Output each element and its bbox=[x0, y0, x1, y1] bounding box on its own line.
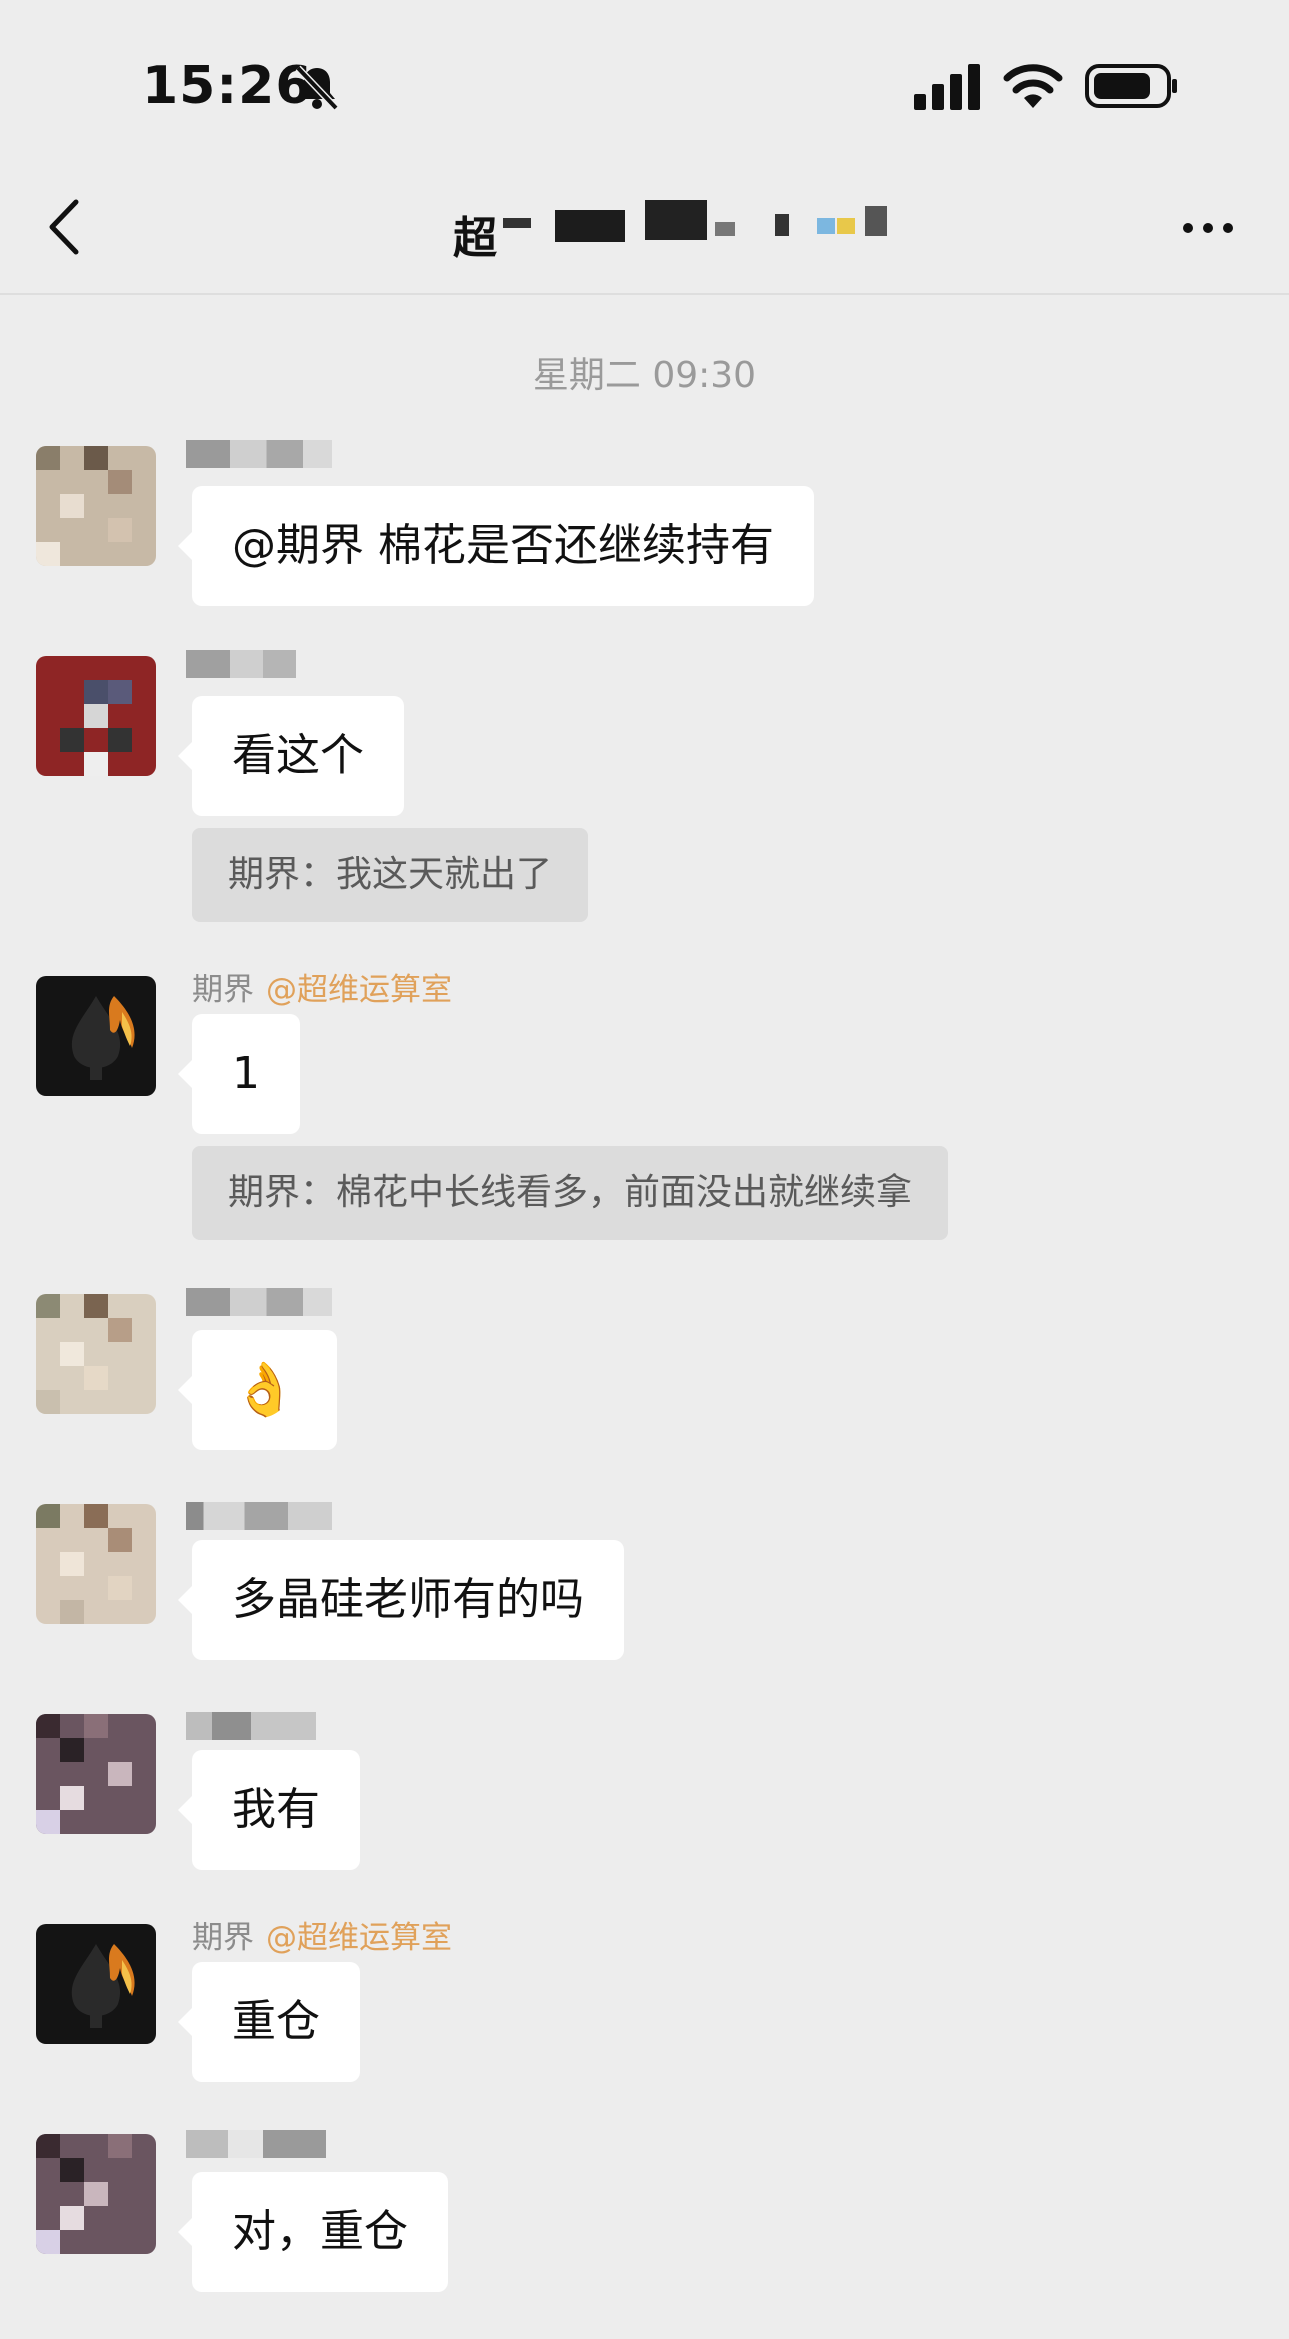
title-mosaic bbox=[865, 206, 887, 236]
sender-name bbox=[186, 2130, 326, 2158]
title-mosaic bbox=[817, 218, 835, 234]
status-time: 15:26 bbox=[142, 56, 313, 116]
more-horizontal-icon[interactable] bbox=[1180, 218, 1236, 238]
title-mosaic bbox=[555, 210, 625, 242]
chat-title-text: 超 bbox=[453, 213, 497, 264]
message-bubble[interactable]: 看这个 bbox=[178, 696, 404, 816]
ok-hand-emoji: 👌 bbox=[232, 1360, 297, 1420]
title-mosaic bbox=[503, 218, 531, 228]
sender-name: 期界 bbox=[192, 972, 254, 1008]
sender-name bbox=[186, 1712, 316, 1740]
avatar[interactable] bbox=[36, 1714, 156, 1834]
avatar[interactable] bbox=[36, 1504, 156, 1624]
message-bubble[interactable]: 1 bbox=[178, 1014, 300, 1134]
battery-icon bbox=[1085, 64, 1177, 108]
bell-slash-icon bbox=[295, 65, 339, 111]
message-bubble[interactable]: @期界 棉花是否还继续持有 bbox=[178, 486, 814, 606]
sender-line: 期界 @超维运算室 bbox=[192, 1912, 452, 1956]
title-mosaic bbox=[837, 218, 855, 234]
chat-timestamp: 星期二 09:30 bbox=[532, 355, 757, 396]
dark-avatar-image bbox=[71, 996, 135, 1080]
quoted-message[interactable]: 期界：棉花中长线看多，前面没出就继续拿 bbox=[192, 1146, 949, 1240]
mention-tag[interactable]: @超维运算室 bbox=[266, 972, 452, 1008]
status-bar: 15:26 bbox=[0, 0, 1289, 170]
cellular-signal-icon bbox=[914, 64, 980, 110]
sender-line: 期界 @超维运算室 bbox=[192, 964, 452, 1008]
sender-name bbox=[186, 650, 296, 678]
quoted-message[interactable]: 期界：我这天就出了 bbox=[192, 828, 589, 922]
message-bubble[interactable]: 多晶硅老师有的吗 bbox=[178, 1540, 624, 1660]
avatar[interactable] bbox=[36, 2134, 156, 2254]
dark-avatar-image bbox=[71, 1944, 135, 2028]
mention-tag[interactable]: @超维运算室 bbox=[266, 1920, 452, 1956]
sender-name: 期界 bbox=[192, 1920, 254, 1956]
message-bubble[interactable]: 我有 bbox=[178, 1750, 360, 1870]
sender-name bbox=[186, 1288, 332, 1316]
avatar[interactable] bbox=[36, 1294, 156, 1414]
sender-name bbox=[186, 440, 332, 468]
message-bubble[interactable]: 👌 bbox=[178, 1330, 337, 1450]
title-mosaic bbox=[775, 214, 789, 236]
chat-header: 超 bbox=[0, 170, 1289, 295]
chat-title[interactable]: 超 bbox=[445, 194, 965, 268]
avatar[interactable] bbox=[36, 656, 156, 776]
wifi-icon bbox=[1003, 64, 1063, 108]
sender-name bbox=[186, 1502, 332, 1530]
avatar[interactable] bbox=[36, 976, 156, 1096]
title-mosaic bbox=[645, 200, 707, 240]
avatar[interactable] bbox=[36, 1924, 156, 2044]
avatar[interactable] bbox=[36, 446, 156, 566]
title-mosaic bbox=[715, 222, 735, 236]
chevron-left-icon[interactable] bbox=[46, 198, 82, 256]
message-bubble[interactable]: 对，重仓 bbox=[178, 2172, 448, 2292]
message-bubble[interactable]: 重仓 bbox=[178, 1962, 360, 2082]
